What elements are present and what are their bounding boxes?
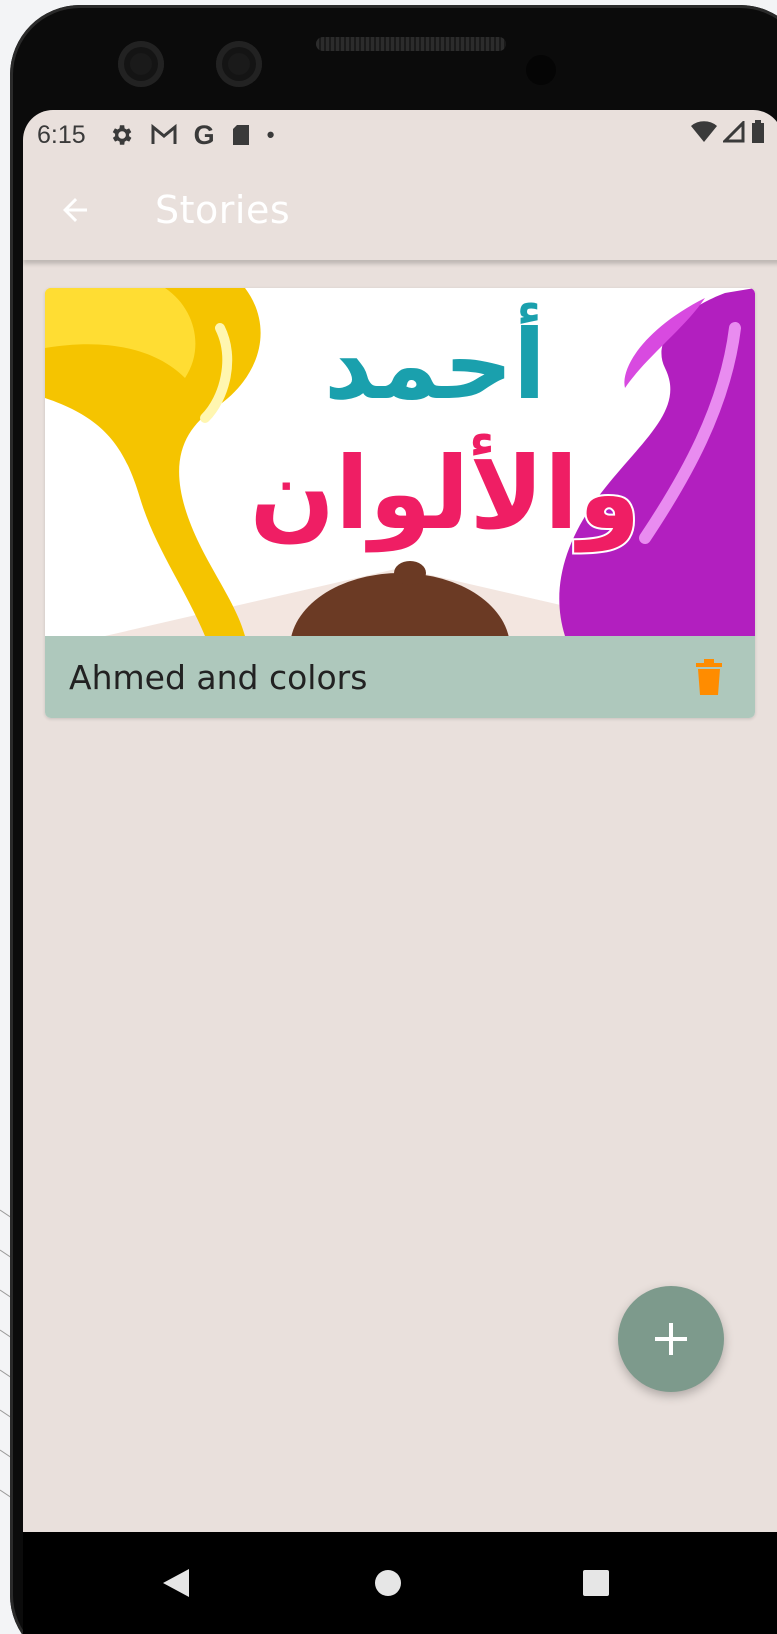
home-circle-icon [375,1570,401,1596]
earpiece-speaker [316,37,506,51]
delete-story-button[interactable] [689,657,729,697]
page-title: Stories [155,188,291,232]
story-card[interactable]: أحمد والألوان Ahmed and colors [45,288,755,718]
trash-icon [696,659,722,695]
nav-recents-button[interactable] [571,1558,621,1608]
gmail-icon [150,123,178,147]
app-bar: Stories [23,160,777,260]
nav-home-button[interactable] [363,1558,413,1608]
app-screen: 6:15 G • Stories أحمد والألوان Ahmed and… [23,110,777,1532]
dot-icon: • [266,122,275,147]
sd-card-icon [231,123,251,147]
plus-icon [655,1323,687,1355]
back-triangle-icon [163,1569,189,1597]
story-title: Ahmed and colors [69,657,368,697]
battery-icon [751,120,765,151]
google-icon: G [193,119,215,150]
status-bar: 6:15 G • [23,110,777,160]
story-cover-image: أحمد والألوان [45,288,755,636]
story-card-footer: Ahmed and colors [45,636,755,718]
camera-lens [118,41,164,87]
cover-title-line1: أحمد [324,303,546,421]
arrow-back-icon [63,198,87,222]
system-nav-bar [23,1532,777,1634]
front-sensor [526,55,556,85]
status-time: 6:15 [37,120,86,149]
back-button[interactable] [45,180,105,240]
nav-back-button[interactable] [151,1558,201,1608]
wifi-icon [691,121,717,150]
gear-icon [108,122,134,148]
recents-square-icon [583,1570,609,1596]
page: 6:15 G • Stories أحمد والألوان Ahmed and… [0,0,777,1634]
signal-icon [721,119,745,150]
add-story-button[interactable] [618,1286,724,1392]
camera-lens [216,41,262,87]
cover-title-line2: والألوان [250,433,641,553]
